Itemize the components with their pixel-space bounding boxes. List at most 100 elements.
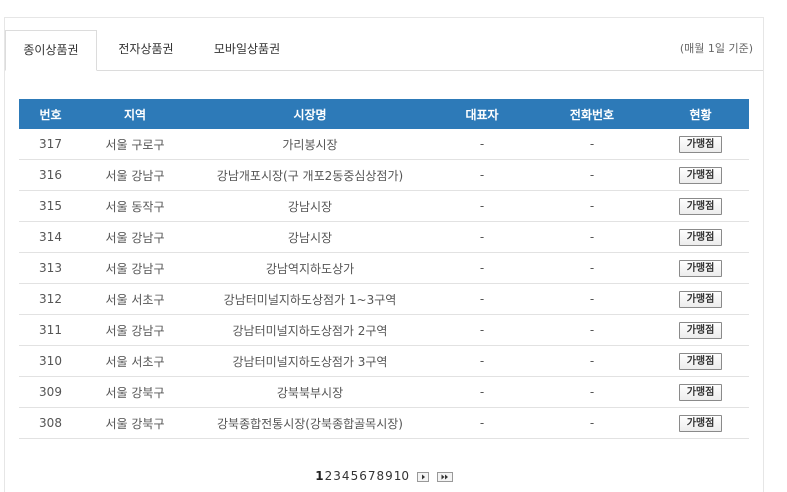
cell-market-name: 강북종합전통시장(강북종합골목시장) (188, 407, 432, 439)
affiliate-store-button[interactable]: 가맹점 (678, 290, 723, 308)
cell-phone: - (532, 314, 652, 346)
last-page-icon[interactable] (437, 471, 454, 482)
pagination: 12345678910 (5, 469, 763, 483)
cell-number: 314 (19, 221, 82, 253)
cell-representative: - (432, 314, 532, 346)
tab-electronic-voucher[interactable]: 전자상품권 (101, 30, 191, 70)
cell-number: 311 (19, 314, 82, 346)
cell-status: 가맹점 (652, 221, 749, 253)
cell-region: 서울 구로구 (82, 129, 188, 160)
column-header-number: 번호 (19, 99, 82, 129)
next-page-icon[interactable] (417, 471, 430, 482)
cell-status: 가맹점 (652, 252, 749, 284)
cell-representative: - (432, 376, 532, 408)
cell-market-name: 강남시장 (188, 190, 432, 222)
cell-status: 가맹점 (652, 314, 749, 346)
cell-region: 서울 서초구 (82, 345, 188, 377)
cell-phone: - (532, 283, 652, 315)
affiliate-store-button[interactable]: 가맹점 (678, 321, 723, 339)
cell-phone: - (532, 345, 652, 377)
cell-number: 312 (19, 283, 82, 315)
page-link-8[interactable]: 8 (376, 469, 384, 483)
cell-number: 316 (19, 159, 82, 191)
affiliate-store-button[interactable]: 가맹점 (678, 352, 723, 370)
page-link-5[interactable]: 5 (351, 469, 359, 483)
table-row: 312 서울 서초구 강남터미널지하도상점가 1~3구역 - - 가맹점 (19, 283, 749, 315)
affiliate-store-button[interactable]: 가맹점 (678, 383, 723, 401)
cell-region: 서울 강북구 (82, 407, 188, 439)
affiliate-store-button[interactable]: 가맹점 (678, 259, 723, 277)
cell-region: 서울 강남구 (82, 221, 188, 253)
column-header-market: 시장명 (188, 99, 432, 129)
page-link-2[interactable]: 2 (325, 469, 333, 483)
affiliate-store-button[interactable]: 가맹점 (678, 228, 723, 246)
cell-region: 서울 동작구 (82, 190, 188, 222)
update-note: (매월 1일 기준) (679, 42, 753, 55)
tab-paper-voucher[interactable]: 종이상품권 (5, 30, 97, 71)
cell-representative: - (432, 345, 532, 377)
column-header-phone: 전화번호 (532, 99, 652, 129)
page-link-6[interactable]: 6 (359, 469, 367, 483)
cell-representative: - (432, 190, 532, 222)
page-link-9[interactable]: 9 (385, 469, 393, 483)
cell-region: 서울 강남구 (82, 314, 188, 346)
cell-region: 서울 강남구 (82, 159, 188, 191)
cell-status: 가맹점 (652, 159, 749, 191)
cell-market-name: 강남시장 (188, 221, 432, 253)
cell-region: 서울 서초구 (82, 283, 188, 315)
cell-number: 308 (19, 407, 82, 439)
content-panel: 종이상품권 전자상품권 모바일상품권 (매월 1일 기준) 번호 지역 시장명 … (4, 17, 764, 492)
cell-representative: - (432, 129, 532, 160)
cell-region: 서울 강북구 (82, 376, 188, 408)
cell-number: 313 (19, 252, 82, 284)
cell-market-name: 강남터미널지하도상점가 3구역 (188, 345, 432, 377)
affiliate-store-button[interactable]: 가맹점 (678, 414, 723, 432)
table-row: 317 서울 구로구 가리봉시장 - - 가맹점 (19, 129, 749, 160)
cell-status: 가맹점 (652, 190, 749, 222)
cell-representative: - (432, 252, 532, 284)
cell-number: 309 (19, 376, 82, 408)
cell-status: 가맹점 (652, 407, 749, 439)
table-row: 308 서울 강북구 강북종합전통시장(강북종합골목시장) - - 가맹점 (19, 407, 749, 439)
page-link-4[interactable]: 4 (342, 469, 350, 483)
cell-phone: - (532, 190, 652, 222)
cell-phone: - (532, 407, 652, 439)
page-link-7[interactable]: 7 (368, 469, 376, 483)
cell-representative: - (432, 221, 532, 253)
cell-representative: - (432, 283, 532, 315)
affiliate-store-button[interactable]: 가맹점 (678, 197, 723, 215)
table-header-row: 번호 지역 시장명 대표자 전화번호 현황 (19, 99, 749, 129)
affiliate-store-button[interactable]: 가맹점 (678, 166, 723, 184)
tab-bar: 종이상품권 전자상품권 모바일상품권 (매월 1일 기준) (5, 30, 763, 71)
market-table: 번호 지역 시장명 대표자 전화번호 현황 317 서울 구로구 가리봉시장 - - 가맹… (19, 99, 749, 439)
cell-status: 가맹점 (652, 345, 749, 377)
cell-phone: - (532, 376, 652, 408)
cell-phone: - (532, 252, 652, 284)
cell-number: 317 (19, 129, 82, 160)
table-row: 314 서울 강남구 강남시장 - - 가맹점 (19, 221, 749, 253)
page-link-3[interactable]: 3 (333, 469, 341, 483)
tab-mobile-voucher[interactable]: 모바일상품권 (195, 30, 299, 70)
cell-status: 가맹점 (652, 376, 749, 408)
cell-phone: - (532, 159, 652, 191)
column-header-region: 지역 (82, 99, 188, 129)
table-row: 309 서울 강북구 강북북부시장 - - 가맹점 (19, 376, 749, 408)
cell-number: 315 (19, 190, 82, 222)
cell-market-name: 강북북부시장 (188, 376, 432, 408)
column-header-representative: 대표자 (432, 99, 532, 129)
table-row: 310 서울 서초구 강남터미널지하도상점가 3구역 - - 가맹점 (19, 345, 749, 377)
cell-status: 가맹점 (652, 283, 749, 315)
cell-market-name: 가리봉시장 (188, 129, 432, 160)
cell-market-name: 강남터미널지하도상점가 2구역 (188, 314, 432, 346)
cell-phone: - (532, 129, 652, 160)
cell-market-name: 강남역지하도상가 (188, 252, 432, 284)
page-link-10[interactable]: 10 (394, 469, 409, 483)
table-row: 313 서울 강남구 강남역지하도상가 - - 가맹점 (19, 252, 749, 284)
page-link-1[interactable]: 1 (315, 469, 323, 483)
cell-phone: - (532, 221, 652, 253)
column-header-status: 현황 (652, 99, 749, 129)
affiliate-store-button[interactable]: 가맹점 (678, 135, 723, 153)
cell-status: 가맹점 (652, 129, 749, 160)
cell-representative: - (432, 407, 532, 439)
table-row: 311 서울 강남구 강남터미널지하도상점가 2구역 - - 가맹점 (19, 314, 749, 346)
